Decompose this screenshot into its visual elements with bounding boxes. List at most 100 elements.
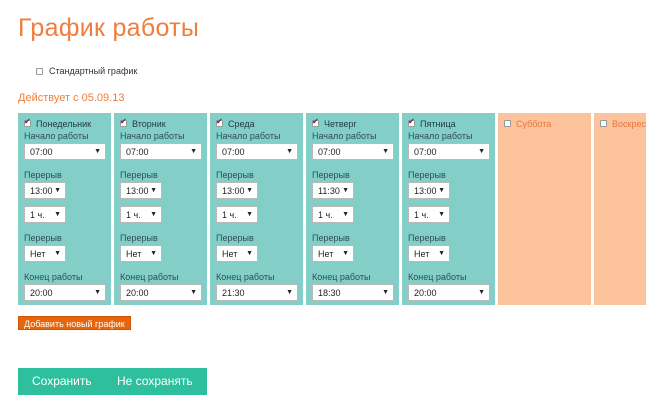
dropdown-arrow-icon: ▼ — [342, 250, 349, 257]
standard-schedule-label: Стандартный график — [49, 66, 138, 76]
dropdown-arrow-icon: ▼ — [94, 289, 101, 296]
day-checkbox-saturday[interactable] — [504, 120, 511, 127]
day-checkbox-friday[interactable] — [408, 117, 415, 127]
start-label: Начало работы — [408, 131, 473, 141]
dropdown-arrow-icon: ▼ — [286, 148, 293, 155]
dropdown-arrow-icon: ▼ — [286, 289, 293, 296]
start-label: Начало работы — [120, 131, 185, 141]
effective-date-label: Действует с 05.09.13 — [18, 92, 125, 104]
break-label: Перерыв — [24, 170, 62, 180]
start-label: Начало работы — [312, 131, 377, 141]
start-label: Начало работы — [216, 131, 281, 141]
dropdown-arrow-icon: ▼ — [54, 250, 61, 257]
dropdown-arrow-icon: ▼ — [150, 211, 157, 218]
break-time-select[interactable]: 13:00 ▼ — [408, 182, 450, 199]
day-name: Четверг — [324, 118, 357, 129]
day-column-sunday: Воскресенье — [594, 113, 646, 305]
dropdown-arrow-icon: ▼ — [190, 289, 197, 296]
week-schedule: Понедельник Начало работы 07:00▼ Перерыв… — [18, 113, 646, 305]
break2-label: Перерыв — [312, 233, 350, 243]
standard-schedule-toggle[interactable]: Стандартный график — [36, 66, 137, 76]
break-duration-select[interactable]: 1 ч. ▼ — [216, 206, 258, 223]
start-time-select[interactable]: 07:00 ▼ — [312, 143, 394, 160]
end-label: Конец работы — [408, 272, 467, 282]
break-time-select[interactable]: 13:00 ▼ — [120, 182, 162, 199]
break-time-select[interactable]: 13:00 ▼ — [24, 182, 66, 199]
dropdown-arrow-icon: ▼ — [478, 289, 485, 296]
dropdown-arrow-icon: ▼ — [150, 187, 157, 194]
start-time-select[interactable]: 07:00 ▼ — [408, 143, 490, 160]
day-name: Пятница — [420, 118, 456, 129]
dropdown-arrow-icon: ▼ — [478, 148, 485, 155]
break-label: Перерыв — [408, 170, 446, 180]
day-column-thursday: Четверг Начало работы 07:00▼ Перерыв 11:… — [306, 113, 399, 305]
day-column-saturday: Суббота — [498, 113, 591, 305]
day-checkbox-thursday[interactable] — [312, 117, 319, 127]
day-checkbox-sunday[interactable] — [600, 120, 607, 127]
standard-schedule-checkbox[interactable] — [36, 67, 43, 75]
break-duration-select[interactable]: 1 ч. ▼ — [24, 206, 66, 223]
day-checkbox-tuesday[interactable] — [120, 117, 127, 127]
end-label: Конец работы — [24, 272, 83, 282]
day-checkbox-monday[interactable] — [24, 117, 31, 127]
day-name: Среда — [228, 118, 255, 129]
break-label: Перерыв — [216, 170, 254, 180]
break-time-select[interactable]: 11:30 ▼ — [312, 182, 354, 199]
second-break-select[interactable]: Нет ▼ — [24, 245, 66, 262]
page-title: График работы — [18, 14, 200, 42]
dropdown-arrow-icon: ▼ — [342, 211, 349, 218]
break-duration-select[interactable]: 1 ч. ▼ — [408, 206, 450, 223]
start-time-select[interactable]: 07:00 ▼ — [120, 143, 202, 160]
day-checkbox-wednesday[interactable] — [216, 117, 223, 127]
dropdown-arrow-icon: ▼ — [438, 187, 445, 194]
save-button[interactable]: Сохранить — [18, 368, 106, 395]
break-label: Перерыв — [120, 170, 158, 180]
dropdown-arrow-icon: ▼ — [342, 187, 349, 194]
dropdown-arrow-icon: ▼ — [150, 250, 157, 257]
day-name: Понедельник — [36, 118, 92, 129]
day-name: Вторник — [132, 118, 166, 129]
end-time-select[interactable]: 20:00 ▼ — [408, 284, 490, 301]
start-label: Начало работы — [24, 131, 89, 141]
dropdown-arrow-icon: ▼ — [246, 250, 253, 257]
end-label: Конец работы — [216, 272, 275, 282]
dropdown-arrow-icon: ▼ — [438, 211, 445, 218]
end-time-select[interactable]: 21:30 ▼ — [216, 284, 298, 301]
break2-label: Перерыв — [408, 233, 446, 243]
day-column-monday: Понедельник Начало работы 07:00▼ Перерыв… — [18, 113, 111, 305]
break-duration-select[interactable]: 1 ч. ▼ — [120, 206, 162, 223]
day-name: Воскресенье — [612, 118, 646, 129]
end-time-select[interactable]: 18:30 ▼ — [312, 284, 394, 301]
day-column-friday: Пятница Начало работы 07:00▼ Перерыв 13:… — [402, 113, 495, 305]
dont-save-button[interactable]: Не сохранять — [103, 368, 207, 395]
end-label: Конец работы — [312, 272, 371, 282]
break-time-select[interactable]: 13:00 ▼ — [216, 182, 258, 199]
second-break-select[interactable]: Нет ▼ — [312, 245, 354, 262]
end-time-select[interactable]: 20:00 ▼ — [120, 284, 202, 301]
day-column-wednesday: Среда Начало работы 07:00▼ Перерыв 13:00… — [210, 113, 303, 305]
break2-label: Перерыв — [24, 233, 62, 243]
day-name: Суббота — [516, 118, 552, 129]
second-break-select[interactable]: Нет ▼ — [120, 245, 162, 262]
dropdown-arrow-icon: ▼ — [190, 148, 197, 155]
dropdown-arrow-icon: ▼ — [438, 250, 445, 257]
second-break-select[interactable]: Нет ▼ — [216, 245, 258, 262]
dropdown-arrow-icon: ▼ — [246, 211, 253, 218]
dropdown-arrow-icon: ▼ — [54, 187, 61, 194]
add-schedule-button[interactable]: Добавить новый график — [18, 316, 131, 330]
break-label: Перерыв — [312, 170, 350, 180]
start-time-select[interactable]: 07:00 ▼ — [24, 143, 106, 160]
dropdown-arrow-icon: ▼ — [94, 148, 101, 155]
dropdown-arrow-icon: ▼ — [382, 289, 389, 296]
break2-label: Перерыв — [216, 233, 254, 243]
dropdown-arrow-icon: ▼ — [54, 211, 61, 218]
start-time-select[interactable]: 07:00 ▼ — [216, 143, 298, 160]
break-duration-select[interactable]: 1 ч. ▼ — [312, 206, 354, 223]
dropdown-arrow-icon: ▼ — [246, 187, 253, 194]
end-label: Конец работы — [120, 272, 179, 282]
break2-label: Перерыв — [120, 233, 158, 243]
second-break-select[interactable]: Нет ▼ — [408, 245, 450, 262]
end-time-select[interactable]: 20:00 ▼ — [24, 284, 106, 301]
dropdown-arrow-icon: ▼ — [382, 148, 389, 155]
day-column-tuesday: Вторник Начало работы 07:00▼ Перерыв 13:… — [114, 113, 207, 305]
